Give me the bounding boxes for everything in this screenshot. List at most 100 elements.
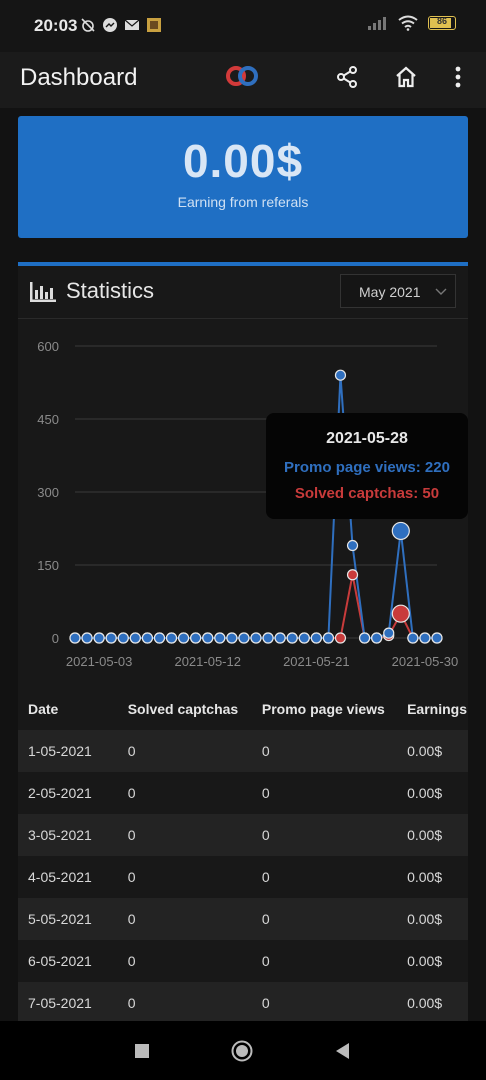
cell-promo-page-views: 0 xyxy=(261,785,270,801)
data-point xyxy=(334,369,347,381)
earnings-value: 0.00$ xyxy=(182,135,304,187)
app-notification-icon xyxy=(147,18,161,32)
battery-level: 86 xyxy=(436,16,447,26)
y-tick-label: 150 xyxy=(37,558,59,573)
data-point xyxy=(391,604,410,623)
overflow-menu-button[interactable] xyxy=(443,62,473,92)
more-vert-icon xyxy=(455,66,461,88)
data-point xyxy=(371,632,383,644)
cell-promo-page-views: 0 xyxy=(261,743,270,759)
cell-date: 2-05-2021 xyxy=(28,785,92,801)
status-time: 20:03 xyxy=(34,16,78,35)
tooltip-promo-views: Promo page views: 220 xyxy=(284,459,450,476)
cell-solved-captchas: 0 xyxy=(127,911,136,927)
status-system-icons: 86 xyxy=(368,15,456,31)
y-tick-label: 300 xyxy=(37,485,59,500)
table-row: 7-05-2021 0 0 0.00$ xyxy=(18,982,468,1024)
share-icon xyxy=(337,66,357,88)
column-header-promo-page-views[interactable]: Promo page views xyxy=(252,688,397,730)
table-row: 5-05-2021 0 0 0.00$ xyxy=(18,898,468,940)
chart-tooltip: 2021-05-28 Promo page views: 220 Solved … xyxy=(266,413,468,519)
data-point xyxy=(419,632,431,644)
cell-solved-captchas: 0 xyxy=(127,869,136,885)
cell-promo-page-views: 0 xyxy=(261,869,270,885)
data-point xyxy=(391,521,410,541)
data-point xyxy=(178,632,190,644)
alarm-off-icon xyxy=(81,18,95,32)
cell-earnings: 0.00$ xyxy=(407,995,443,1011)
status-bar: 20:03 86 xyxy=(0,0,486,52)
cell-promo-page-views: 0 xyxy=(261,995,270,1011)
cell-earnings: 0.00$ xyxy=(407,743,443,759)
data-point xyxy=(407,632,419,644)
cell-earnings: 0.00$ xyxy=(407,785,443,801)
data-point xyxy=(141,632,153,644)
data-point xyxy=(238,632,250,644)
column-header-date[interactable]: Date xyxy=(18,688,118,730)
data-point xyxy=(346,539,359,552)
column-header-earnings[interactable]: Earnings xyxy=(397,688,468,730)
cell-date: 1-05-2021 xyxy=(28,743,92,759)
data-point xyxy=(105,632,117,644)
data-point xyxy=(117,632,129,644)
table-row: 3-05-2021 0 0 0.00$ xyxy=(18,814,468,856)
home-circle-icon xyxy=(231,1040,253,1062)
month-select[interactable]: May 2021 xyxy=(340,274,456,308)
back-triangle-icon xyxy=(336,1043,349,1059)
cell-earnings: 0.00$ xyxy=(407,953,443,969)
recents-button[interactable] xyxy=(130,1039,154,1063)
data-point xyxy=(298,632,310,644)
cell-date: 7-05-2021 xyxy=(28,995,92,1011)
series-line xyxy=(75,574,437,639)
screen: 20:03 86 Dashboard 0.00$ Earning from re… xyxy=(0,0,486,1080)
home-icon xyxy=(396,66,416,88)
cell-solved-captchas: 0 xyxy=(127,743,136,759)
data-point xyxy=(190,632,202,644)
data-point xyxy=(226,632,238,644)
data-point xyxy=(129,632,141,644)
data-point xyxy=(262,632,274,644)
table-row: 1-05-2021 0 0 0.00$ xyxy=(18,730,468,772)
cell-solved-captchas: 0 xyxy=(127,995,136,1011)
home-nav-button[interactable] xyxy=(230,1039,254,1063)
page-title: Dashboard xyxy=(20,64,138,91)
data-point xyxy=(153,632,166,644)
data-point xyxy=(334,632,347,644)
data-point xyxy=(310,632,322,644)
chevron-down-icon xyxy=(435,288,447,295)
data-point xyxy=(359,632,371,644)
statistics-title: Statistics xyxy=(66,278,155,303)
recents-icon xyxy=(135,1044,149,1058)
share-button[interactable] xyxy=(332,62,362,92)
cell-earnings: 0.00$ xyxy=(407,827,443,843)
data-point xyxy=(250,632,262,644)
data-point xyxy=(286,632,298,644)
y-tick-label: 600 xyxy=(37,339,59,354)
cell-solved-captchas: 0 xyxy=(127,827,136,843)
cell-solved-captchas: 0 xyxy=(127,953,136,969)
month-select-value: May 2021 xyxy=(359,284,421,300)
y-tick-label: 0 xyxy=(52,631,59,646)
data-point xyxy=(322,632,334,644)
back-button[interactable] xyxy=(330,1039,354,1063)
data-point xyxy=(383,627,395,639)
cell-solved-captchas: 0 xyxy=(127,785,136,801)
data-point xyxy=(346,569,359,581)
x-tick-label: 2021-05-21 xyxy=(283,654,350,669)
data-point xyxy=(202,632,214,644)
tooltip-date: 2021-05-28 xyxy=(326,430,408,447)
messenger-icon xyxy=(103,18,117,32)
battery-icon: 86 xyxy=(428,16,456,30)
column-header-solved-captchas[interactable]: Solved captchas xyxy=(118,688,252,730)
wifi-icon xyxy=(398,15,418,31)
data-point xyxy=(69,632,81,644)
data-point xyxy=(214,632,226,644)
x-tick-label: 2021-05-03 xyxy=(66,654,133,669)
x-tick-label: 2021-05-30 xyxy=(392,654,459,669)
table-row: 4-05-2021 0 0 0.00$ xyxy=(18,856,468,898)
home-button[interactable] xyxy=(391,62,421,92)
data-point xyxy=(93,632,105,644)
cell-promo-page-views: 0 xyxy=(261,827,270,843)
statistics-table: Date Solved captchas Promo page views Ea… xyxy=(18,688,468,1024)
table-row: 6-05-2021 0 0 0.00$ xyxy=(18,940,468,982)
